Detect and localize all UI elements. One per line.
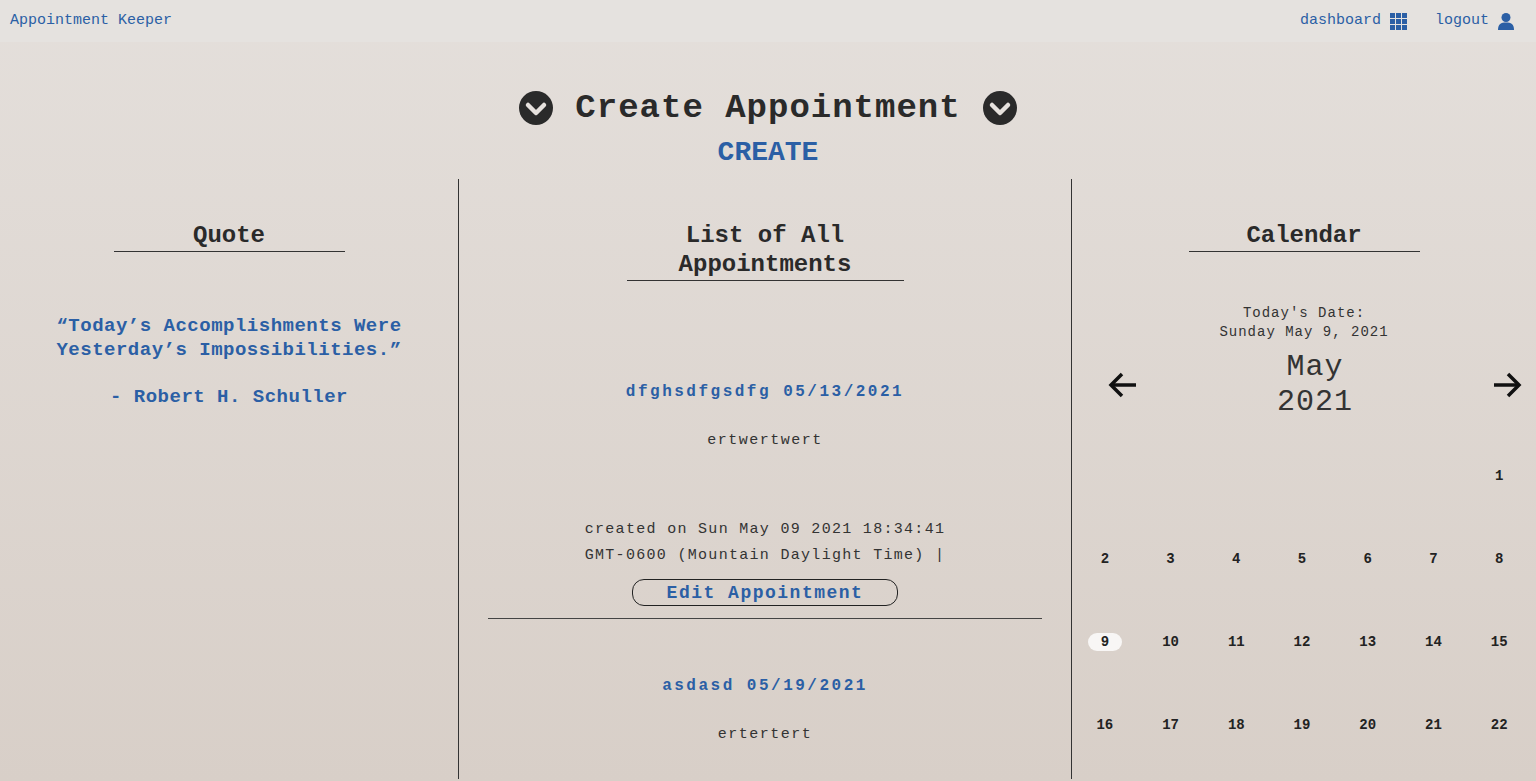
calendar-header: Calendar	[1189, 221, 1420, 252]
appointment-created: created on Sun May 09 2021 18:34:41 GMT-…	[570, 517, 960, 569]
calendar-day[interactable]: 13	[1351, 633, 1385, 651]
chevron-down-circle-icon	[519, 91, 553, 125]
calendar-cell: 1	[1466, 434, 1532, 517]
calendar-day[interactable]: 3	[1154, 550, 1188, 568]
arrow-left-icon[interactable]	[1108, 371, 1138, 399]
calendar-cell: 7	[1401, 517, 1467, 600]
appointments-column: List of All Appointments dfghsdfgsdfg 05/…	[458, 179, 1072, 779]
calendar-day[interactable]: 7	[1416, 550, 1450, 568]
page-heading: Create Appointment	[0, 42, 1536, 128]
chevron-down-circle-icon	[983, 91, 1017, 125]
appointment-description: ertwertwert	[707, 431, 823, 451]
brand-link[interactable]: Appointment Keeper	[10, 10, 172, 33]
calendar-cell: 3	[1138, 517, 1204, 600]
today-info: Today's Date:Sunday May 9, 2021	[1072, 304, 1536, 342]
calendar-day[interactable]: 17	[1154, 716, 1188, 734]
quote-header: Quote	[114, 221, 345, 252]
calendar-cell: 5	[1269, 517, 1335, 600]
calendar-day[interactable]: 20	[1351, 716, 1385, 734]
appointments-header: List of All Appointments	[627, 221, 904, 281]
calendar-day[interactable]: 11	[1219, 633, 1253, 651]
calendar-cell	[1138, 434, 1204, 517]
calendar-cell: 13	[1335, 600, 1401, 683]
appointment-description: ertertert	[718, 725, 813, 745]
calendar-day[interactable]: 19	[1285, 716, 1319, 734]
calendar-cell: 19	[1269, 683, 1335, 766]
appointment-list: dfghsdfgsdfg 05/13/2021 ertwertwert create…	[488, 381, 1042, 745]
calendar-day[interactable]: 22	[1482, 716, 1516, 734]
calendar-day[interactable]: 1	[1482, 467, 1516, 485]
calendar-day[interactable]: 15	[1482, 633, 1516, 651]
calendar-cell: 11	[1203, 600, 1269, 683]
calendar-cell: 21	[1401, 683, 1467, 766]
nav-label[interactable]: dashboard	[1300, 10, 1381, 33]
calendar-day[interactable]: 21	[1416, 716, 1450, 734]
calendar-cell: 6	[1335, 517, 1401, 600]
calendar-cell: 2	[1072, 517, 1138, 600]
nav-links: dashboard logout	[1300, 10, 1514, 33]
nav-label[interactable]: logout	[1435, 10, 1489, 33]
calendar-column: Calendar Today's Date:Sunday May 9, 2021 M…	[1072, 179, 1536, 779]
calendar-day[interactable]: 18	[1219, 716, 1253, 734]
calendar-cell: 9	[1072, 600, 1138, 683]
calendar-cell: 22	[1466, 683, 1532, 766]
month-year: 2021	[1277, 385, 1353, 420]
calendar-cell: 12	[1269, 600, 1335, 683]
appointment-card: dfghsdfgsdfg 05/13/2021 ertwertwert create…	[488, 381, 1042, 618]
calendar-day[interactable]: 9	[1088, 633, 1122, 651]
nav-link[interactable]: logout	[1435, 10, 1514, 33]
calendar-cell	[1269, 434, 1335, 517]
today-label: Today's Date:	[1243, 304, 1365, 323]
calendar-cell: 8	[1466, 517, 1532, 600]
calendar-day[interactable]: 12	[1285, 633, 1319, 651]
calendar-cell	[1203, 434, 1269, 517]
appointment-card: asdasd 05/19/2021 ertertert	[488, 618, 1042, 745]
month-nav: May2021	[1072, 350, 1536, 420]
nav-link[interactable]: dashboard	[1300, 10, 1407, 33]
user-icon	[1498, 13, 1514, 30]
calendar-cell: 10	[1138, 600, 1204, 683]
calendar-day[interactable]: 10	[1154, 633, 1188, 651]
calendar-day[interactable]: 14	[1416, 633, 1450, 651]
top-nav: Appointment Keeper dashboard logout	[0, 0, 1536, 42]
create-link[interactable]: CREATE	[718, 136, 819, 170]
calendar-day[interactable]: 16	[1088, 716, 1122, 734]
calendar-cell: 4	[1203, 517, 1269, 600]
calendar-cell: 20	[1335, 683, 1401, 766]
calendar-cell	[1335, 434, 1401, 517]
calendar-grid: 12345678910111213141516171819202122	[1072, 434, 1536, 766]
calendar-day[interactable]: 6	[1351, 550, 1385, 568]
calendar-cell: 17	[1138, 683, 1204, 766]
calendar-day[interactable]: 8	[1482, 550, 1516, 568]
month-label: May2021	[1277, 350, 1353, 420]
quote-author: - Robert H. Schuller	[30, 385, 428, 409]
calendar-cell	[1401, 434, 1467, 517]
calendar-cell: 14	[1401, 600, 1467, 683]
calendar-cell: 16	[1072, 683, 1138, 766]
appointment-title: asdasd 05/19/2021	[662, 675, 868, 697]
quote-text: “Today’s Accomplishments Were Yesterday’…	[30, 314, 428, 362]
today-date: Sunday May 9, 2021	[1219, 323, 1388, 342]
calendar-day[interactable]: 2	[1088, 550, 1122, 568]
quote-column: Quote “Today’s Accomplishments Were Yeste…	[0, 179, 458, 779]
calendar-cell	[1072, 434, 1138, 517]
month-name: May	[1286, 350, 1343, 385]
page-title: Create Appointment	[575, 88, 960, 128]
grid-icon	[1390, 13, 1407, 30]
calendar-day[interactable]: 5	[1285, 550, 1319, 568]
columns: Quote “Today’s Accomplishments Were Yeste…	[0, 179, 1536, 779]
calendar-cell: 15	[1466, 600, 1532, 683]
edit-appointment-button[interactable]: Edit Appointment	[632, 579, 899, 606]
arrow-right-icon[interactable]	[1492, 371, 1522, 399]
create-wrap: CREATE	[0, 136, 1536, 170]
calendar-cell: 18	[1203, 683, 1269, 766]
calendar-day[interactable]: 4	[1219, 550, 1253, 568]
appointment-title: dfghsdfgsdfg 05/13/2021	[626, 381, 904, 403]
